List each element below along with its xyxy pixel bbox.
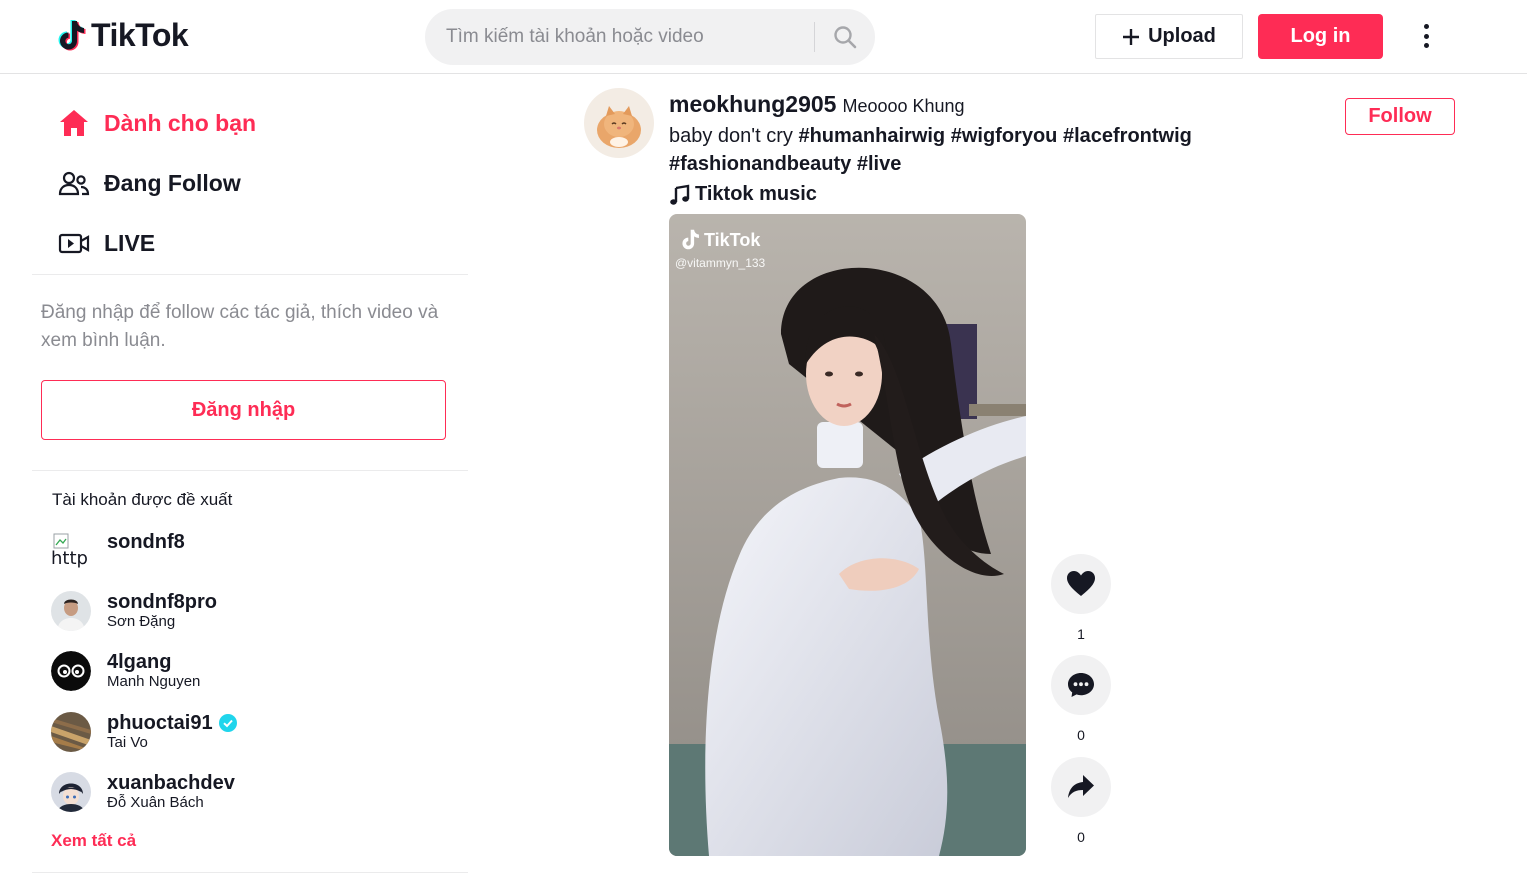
tiktok-logo[interactable]: TikTok bbox=[55, 17, 189, 54]
post-author[interactable]: meokhung2905 Meoooo Khung bbox=[669, 91, 965, 118]
suggested-account[interactable]: phuoctai91 Tai Vo bbox=[51, 712, 237, 756]
follow-button[interactable]: Follow bbox=[1345, 98, 1455, 135]
search-icon bbox=[834, 26, 857, 49]
suggested-accounts-title: Tài khoản được đề xuất bbox=[52, 490, 233, 509]
hashtag-link[interactable]: #wigforyou bbox=[951, 125, 1058, 147]
logo-text: TikTok bbox=[91, 17, 189, 53]
search-bar bbox=[425, 9, 875, 65]
avatar bbox=[51, 772, 91, 812]
live-icon bbox=[57, 227, 90, 260]
post-username: meokhung2905 bbox=[669, 91, 837, 117]
hashtag-link[interactable]: #humanhairwig bbox=[798, 125, 945, 147]
like-action: 1 bbox=[1051, 554, 1111, 642]
avatar bbox=[51, 712, 91, 752]
video-player[interactable]: TikTok @vitammyn_133 bbox=[669, 214, 1026, 856]
account-username-row: phuoctai91 bbox=[107, 712, 237, 734]
account-username: sondnf8pro bbox=[107, 591, 217, 613]
account-username: phuoctai91 bbox=[107, 712, 213, 734]
nav-live[interactable]: LIVE bbox=[57, 223, 155, 263]
tiktok-watermark-icon bbox=[682, 229, 699, 250]
suggested-account[interactable]: http sondnf8 bbox=[51, 531, 185, 575]
home-icon bbox=[57, 107, 90, 140]
account-nickname: Đỗ Xuân Bách bbox=[107, 794, 204, 811]
nav-label-following: Đang Follow bbox=[104, 169, 241, 196]
heart-icon bbox=[1067, 571, 1095, 596]
video-watermark: TikTok @vitammyn_133 bbox=[675, 228, 765, 271]
upload-button[interactable]: Upload bbox=[1095, 14, 1243, 59]
account-nickname: Tai Vo bbox=[107, 734, 148, 751]
post-music[interactable]: Tiktok music bbox=[669, 183, 817, 206]
hashtag-link[interactable]: #live bbox=[857, 153, 901, 175]
sidebar-divider bbox=[32, 872, 468, 873]
suggested-account[interactable]: sondnf8pro Sơn Đặng bbox=[51, 591, 217, 635]
caption-text: baby don't cry bbox=[669, 125, 793, 147]
avatar: http bbox=[51, 531, 91, 571]
comment-button[interactable] bbox=[1051, 655, 1111, 715]
nav-label-live: LIVE bbox=[104, 229, 156, 256]
suggested-account[interactable]: xuanbachdev Đỗ Xuân Bách bbox=[51, 772, 235, 816]
hashtag-link[interactable]: #lacefrontwig bbox=[1063, 125, 1192, 147]
post-author-avatar[interactable] bbox=[584, 88, 654, 158]
post-caption: baby don't cry #humanhairwig #wigforyou … bbox=[669, 122, 1229, 178]
video-watermark-user: @vitammyn_133 bbox=[675, 256, 766, 270]
comment-count: 0 bbox=[1077, 727, 1085, 743]
tiktok-logo-icon bbox=[58, 19, 86, 50]
comment-icon bbox=[1068, 673, 1094, 697]
share-button[interactable] bbox=[1051, 757, 1111, 817]
nav-label-for-you: Dành cho bạn bbox=[104, 109, 257, 136]
comment-action: 0 bbox=[1051, 655, 1111, 743]
search-button[interactable] bbox=[815, 9, 875, 65]
account-username: 4lgang bbox=[107, 651, 172, 673]
verified-badge-icon bbox=[218, 714, 237, 732]
sidebar: Dành cho bạn Đang Follow LIVE Đăng nhập … bbox=[32, 75, 468, 883]
avatar bbox=[51, 651, 91, 691]
avatar bbox=[51, 591, 91, 631]
suggested-account[interactable]: 4lgang Manh Nguyen bbox=[51, 651, 200, 695]
see-all-link[interactable]: Xem tất cả bbox=[51, 831, 136, 851]
share-count: 0 bbox=[1077, 829, 1085, 845]
account-username: sondnf8 bbox=[107, 531, 185, 553]
hashtag-link[interactable]: #fashionandbeauty bbox=[669, 153, 851, 175]
login-button[interactable]: Log in bbox=[1258, 14, 1383, 59]
music-note-icon bbox=[670, 184, 690, 205]
more-options-icon[interactable] bbox=[1414, 22, 1438, 50]
users-icon bbox=[57, 167, 90, 200]
sidebar-divider bbox=[32, 470, 468, 471]
like-button[interactable] bbox=[1051, 554, 1111, 614]
upload-label: Upload bbox=[1148, 25, 1216, 47]
plus-icon bbox=[1123, 28, 1140, 45]
video-watermark-logo: TikTok bbox=[704, 229, 761, 250]
music-title: Tiktok music bbox=[695, 183, 817, 205]
search-input[interactable] bbox=[425, 9, 814, 65]
account-username: xuanbachdev bbox=[107, 772, 235, 794]
nav-following[interactable]: Đang Follow bbox=[57, 163, 241, 203]
avatar-alt-text: http bbox=[51, 548, 88, 569]
top-header: TikTok Upload Log in bbox=[0, 0, 1527, 74]
share-action: 0 bbox=[1051, 757, 1111, 845]
login-hint: Đăng nhập để follow các tác giả, thích v… bbox=[41, 302, 439, 351]
video-frame bbox=[669, 214, 1026, 856]
like-count: 1 bbox=[1077, 626, 1085, 642]
sidebar-login-button[interactable]: Đăng nhập bbox=[41, 380, 446, 440]
post-nickname: Meoooo Khung bbox=[842, 96, 965, 116]
account-nickname: Manh Nguyen bbox=[107, 673, 201, 690]
account-nickname: Sơn Đặng bbox=[107, 613, 176, 630]
nav-for-you[interactable]: Dành cho bạn bbox=[57, 103, 256, 143]
sidebar-divider bbox=[32, 274, 468, 275]
share-icon bbox=[1068, 775, 1094, 798]
